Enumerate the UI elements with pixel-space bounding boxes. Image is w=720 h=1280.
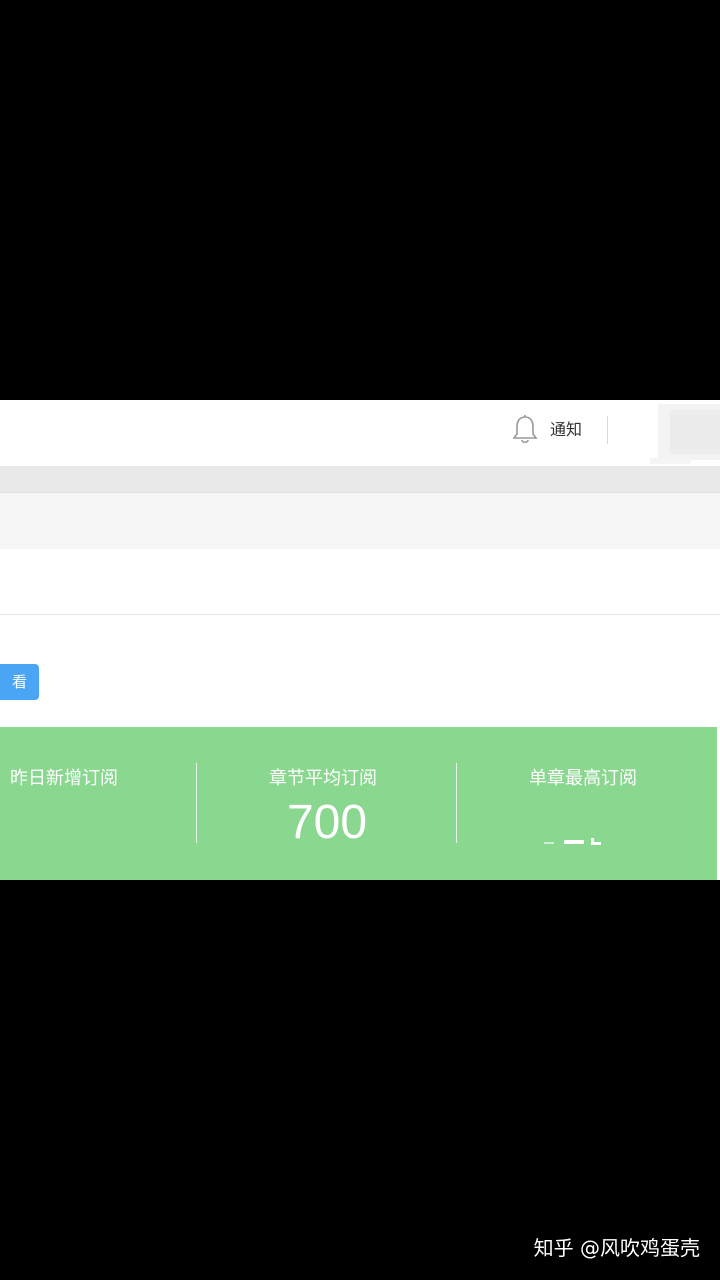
top-header: 通知	[0, 400, 720, 466]
watermark: 知乎 @风吹鸡蛋壳	[533, 1236, 700, 1260]
stats-panel: 昨日新增订阅 章节平均订阅 700 单章最高订阅	[0, 727, 717, 880]
stat-label-chapter-average: 章节平均订阅	[269, 768, 377, 789]
stat-label-yesterday-new: 昨日新增订阅	[10, 768, 118, 789]
content-row	[0, 549, 720, 615]
stat-value-chapter-average: 700	[286, 796, 368, 849]
stat-divider	[196, 763, 197, 843]
app-screen: 通知 看 昨日新增订阅 章节平均订阅 700 单章最高订阅	[0, 400, 720, 880]
view-button[interactable]: 看	[0, 664, 39, 700]
notification-label[interactable]: 通知	[550, 418, 582, 442]
nav-band	[0, 466, 720, 492]
avatar[interactable]	[650, 400, 720, 464]
filter-band	[0, 492, 720, 550]
header-divider	[607, 416, 608, 444]
bell-icon[interactable]	[510, 414, 540, 446]
stat-label-single-max: 单章最高订阅	[529, 768, 637, 789]
stat-divider	[456, 763, 457, 843]
